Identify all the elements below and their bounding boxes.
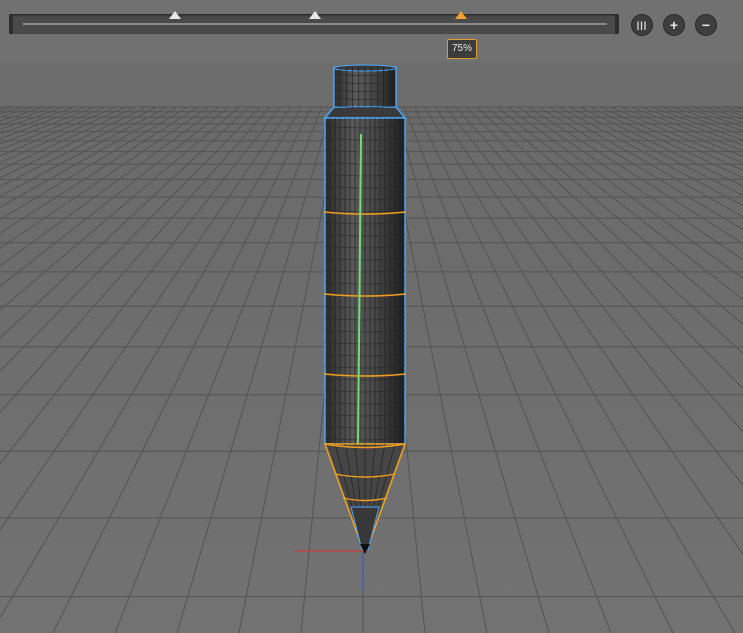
pause-icon: ||| [636, 20, 648, 30]
plus-icon: + [669, 17, 679, 33]
zoom-out-button[interactable]: − [695, 14, 717, 36]
current-percent-badge: 75% [447, 39, 477, 59]
pause-button[interactable]: ||| [631, 14, 653, 36]
viewport-scene [0, 62, 743, 633]
slider-end-left [9, 14, 13, 34]
pencil-collar [323, 106, 407, 119]
3d-viewport[interactable] [0, 62, 743, 633]
mid-marker-handle[interactable] [309, 11, 321, 19]
start-marker-handle[interactable] [168, 11, 181, 19]
minus-icon: − [701, 17, 711, 33]
slider-rail [23, 23, 607, 25]
slider-end-right [615, 14, 619, 34]
current-marker-handle[interactable] [455, 11, 467, 19]
viewport-toolbar: 75% ||| + − [0, 0, 743, 62]
zoom-in-button[interactable]: + [663, 14, 685, 36]
